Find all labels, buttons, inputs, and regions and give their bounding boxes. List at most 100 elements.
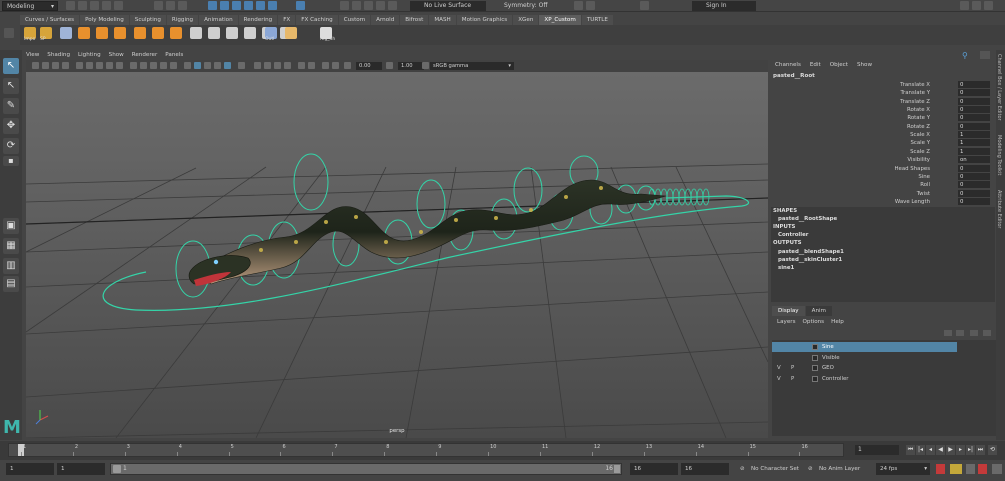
record-icon[interactable] [978,464,987,474]
go-to-end-icon[interactable]: ⏭ [976,445,985,455]
shelf-tab[interactable]: Rendering [238,15,278,25]
side-by-side-icon[interactable]: ▥ [3,258,19,274]
output-item[interactable]: sine1 [778,265,794,271]
save-scene-icon[interactable] [90,1,99,10]
character-set-dropdown[interactable]: No Character Set [747,463,805,475]
single-view-icon[interactable]: ▣ [3,218,19,234]
color-mgmt-icon[interactable] [344,62,351,69]
render-settings-icon[interactable] [364,1,373,10]
shelf-tab[interactable]: Sculpting [129,15,166,25]
viewport-persp[interactable]: persp [26,72,768,438]
output-item[interactable]: pasted__skinCluster1 [778,257,842,263]
brush-icon[interactable] [226,27,238,39]
diamond-icon[interactable] [134,27,146,39]
layer-menu-help[interactable]: Help [831,319,844,325]
render-view-icon[interactable] [388,1,397,10]
channel-row[interactable]: Scale X 1 [772,131,996,139]
channel-row[interactable]: Twist 0 [772,189,996,198]
grid-icon[interactable] [308,62,315,69]
end-time-field[interactable]: 16 [681,463,729,475]
layer-row[interactable]: Visible [772,353,996,363]
anim-layer-dropdown[interactable]: No Anim Layer [815,463,871,475]
play-forward-icon[interactable]: ▶ [946,445,955,455]
toggle-tool-settings-icon[interactable] [574,1,583,10]
channel-value[interactable]: 1 [958,147,990,155]
outliner-layout-icon[interactable]: ▤ [3,276,19,292]
channel-value[interactable]: 0 [958,106,990,114]
range-slider[interactable]: 1 16 [110,463,622,475]
shelf-tab[interactable]: FX [278,15,296,25]
range-end-handle[interactable] [614,465,620,473]
isolate-icon[interactable] [322,62,329,69]
shelf-tab[interactable]: Custom [338,15,371,25]
toggle-attribute-editor-icon[interactable] [586,1,595,10]
channel-value[interactable]: 0 [958,97,990,105]
sign-in-button[interactable]: Sign In [692,1,756,11]
channel-menu-channels[interactable]: Channels [775,62,801,68]
new-layer-icon[interactable] [970,330,978,336]
channel-value[interactable]: 0 [958,164,990,172]
cube-small-icon[interactable] [152,27,164,39]
knife-icon[interactable] [244,27,256,39]
input-item[interactable]: Controller [778,232,808,238]
panel-menu-lighting[interactable]: Lighting [78,51,101,60]
step-back-key-icon[interactable]: |◂ [916,445,925,455]
channel-row[interactable]: Translate Y 0 [772,89,996,97]
shelf-tab[interactable]: XGen [513,15,539,25]
bookmark-icon[interactable] [52,62,59,69]
shelf-tab[interactable]: MASH [429,15,456,25]
hypershade-icon[interactable] [376,1,385,10]
snap-surface-icon[interactable] [256,1,265,10]
layer-visibility-toggle[interactable]: V [777,374,785,384]
redo-icon[interactable] [114,1,123,10]
exposure-icon[interactable] [332,62,339,69]
isolate-select-icon[interactable] [224,62,231,69]
new-layer-selected-icon[interactable] [983,330,991,336]
key-filter-icon[interactable] [950,464,962,474]
gate-mask-icon[interactable] [106,62,113,69]
motion-blur-icon[interactable] [264,62,271,69]
tab-modeling-toolkit[interactable]: Modeling Toolkit [996,135,1002,175]
channel-value[interactable]: 1 [958,139,990,147]
nodes-icon[interactable] [190,27,202,39]
snap-curve-icon[interactable] [220,1,229,10]
channel-row[interactable]: Wave Length 0 [772,197,996,206]
loop-icon[interactable]: ⟲ [988,445,997,455]
render-frame-icon[interactable] [340,1,349,10]
new-scene-icon[interactable] [66,1,75,10]
shape-item[interactable]: pasted__RootShape [778,216,837,222]
xray-icon[interactable] [194,62,201,69]
channel-row[interactable]: Scale Y 1 [772,139,996,147]
layer-playback-toggle[interactable]: P [791,363,799,373]
layout-two-icon[interactable] [972,1,981,10]
channel-row[interactable]: Rotate Y 0 [772,114,996,122]
sphere-shade-icon[interactable] [184,62,191,69]
shelf-tab[interactable]: TURTLE [581,15,613,25]
shelf-tab[interactable]: Rigging [166,15,199,25]
panel-menu-renderer[interactable]: Renderer [132,51,158,60]
output-item[interactable]: pasted__blendShape1 [778,249,844,255]
channel-value[interactable]: 0 [958,122,990,130]
symmetry-dropdown[interactable]: Symmetry: Off [490,1,556,11]
shelf-tab[interactable]: Bifrost [400,15,429,25]
wireframe-icon[interactable] [130,62,137,69]
undo-icon[interactable] [102,1,111,10]
step-forward-frame-icon[interactable]: ▸ [956,445,965,455]
channel-row[interactable]: Rotate Z 0 [772,122,996,131]
anim-end-field[interactable]: 16 [630,463,678,475]
tab-display[interactable]: Display [772,306,805,316]
four-view-icon[interactable]: ▦ [3,238,19,254]
snowflake-icon[interactable] [60,27,72,39]
screen-ao-icon[interactable] [214,62,221,69]
history-icon[interactable] [296,1,305,10]
channel-row[interactable]: Scale Z 1 [772,147,996,156]
light-bulb-icon[interactable] [254,62,261,69]
playback-prefs-icon[interactable] [966,464,975,474]
hud-icon[interactable] [298,62,305,69]
channel-row[interactable]: Roll 0 [772,181,996,189]
layer-menu-layers[interactable]: Layers [777,319,796,325]
channel-menu-object[interactable]: Object [830,62,848,68]
tab-channel-box[interactable]: Channel Box / Layer Editor [996,54,1002,121]
layout-three-icon[interactable] [984,1,993,10]
tab-attribute-editor[interactable]: Attribute Editor [996,190,1002,228]
